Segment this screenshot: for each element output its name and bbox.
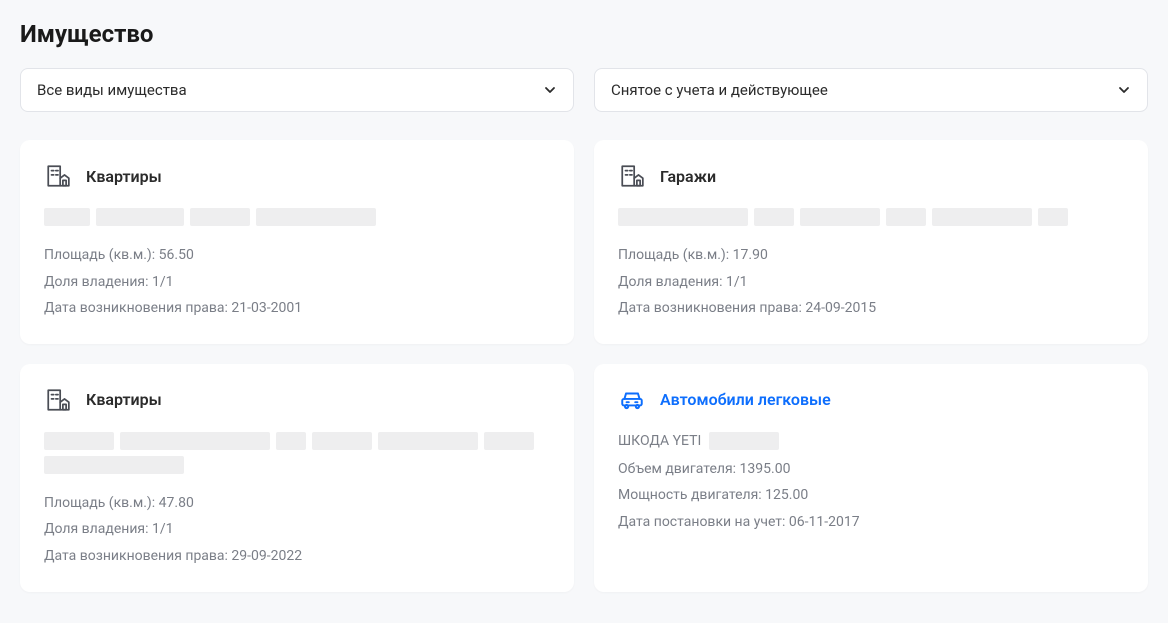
redacted-piece: [709, 432, 779, 450]
vehicle-name-row: ШКОДА YETI: [618, 432, 1124, 450]
card-row: Дата возникновения права: 21-03-2001: [44, 295, 550, 322]
vehicle-name: ШКОДА YETI: [618, 433, 701, 449]
card-header: Автомобили легковые: [618, 386, 1124, 414]
card-header: Квартиры: [44, 162, 550, 190]
card-header: Квартиры: [44, 386, 550, 414]
property-card[interactable]: Квартиры Площадь (кв.м.): 56.50 Доля вла…: [20, 140, 574, 344]
card-row: Дата возникновения права: 29-09-2022: [44, 543, 550, 570]
filter-status-value: Снятое с учета и действующее: [611, 81, 828, 99]
property-card[interactable]: Автомобили легковые ШКОДА YETI Объем дви…: [594, 364, 1148, 592]
card-row: Площадь (кв.м.): 56.50: [44, 242, 550, 269]
filter-bar: Все виды имущества Снятое с учета и дейс…: [20, 68, 1148, 112]
card-row: Объем двигателя: 1395.00: [618, 456, 1124, 483]
card-header: Гаражи: [618, 162, 1124, 190]
page-title: Имущество: [20, 20, 1148, 48]
card-row: Дата постановки на учет: 06-11-2017: [618, 509, 1124, 536]
building-icon: [44, 162, 72, 190]
card-row: Площадь (кв.м.): 17.90: [618, 242, 1124, 269]
card-row: Площадь (кв.м.): 47.80: [44, 490, 550, 517]
card-row: Доля владения: 1/1: [618, 269, 1124, 296]
card-row: Доля владения: 1/1: [44, 516, 550, 543]
chevron-down-icon: [543, 83, 557, 97]
redacted-description: [618, 208, 1124, 226]
filter-type-value: Все виды имущества: [37, 81, 187, 99]
card-row: Дата возникновения права: 24-09-2015: [618, 295, 1124, 322]
card-title: Квартиры: [86, 167, 162, 186]
building-icon: [618, 162, 646, 190]
building-icon: [44, 386, 72, 414]
filter-type-select[interactable]: Все виды имущества: [20, 68, 574, 112]
card-title: Автомобили легковые: [660, 390, 831, 409]
car-icon: [618, 386, 646, 414]
property-cards-grid: Квартиры Площадь (кв.м.): 56.50 Доля вла…: [20, 140, 1148, 592]
property-card[interactable]: Гаражи Площадь (кв.м.): 17.90 Доля владе…: [594, 140, 1148, 344]
card-row: Мощность двигателя: 125.00: [618, 482, 1124, 509]
chevron-down-icon: [1117, 83, 1131, 97]
card-row: Доля владения: 1/1: [44, 269, 550, 296]
redacted-description: [44, 432, 550, 474]
redacted-description: [44, 208, 550, 226]
property-card[interactable]: Квартиры Площадь (кв.м.): 47.80 Доля вла…: [20, 364, 574, 592]
card-title: Квартиры: [86, 390, 162, 409]
filter-status-select[interactable]: Снятое с учета и действующее: [594, 68, 1148, 112]
card-title: Гаражи: [660, 167, 716, 186]
